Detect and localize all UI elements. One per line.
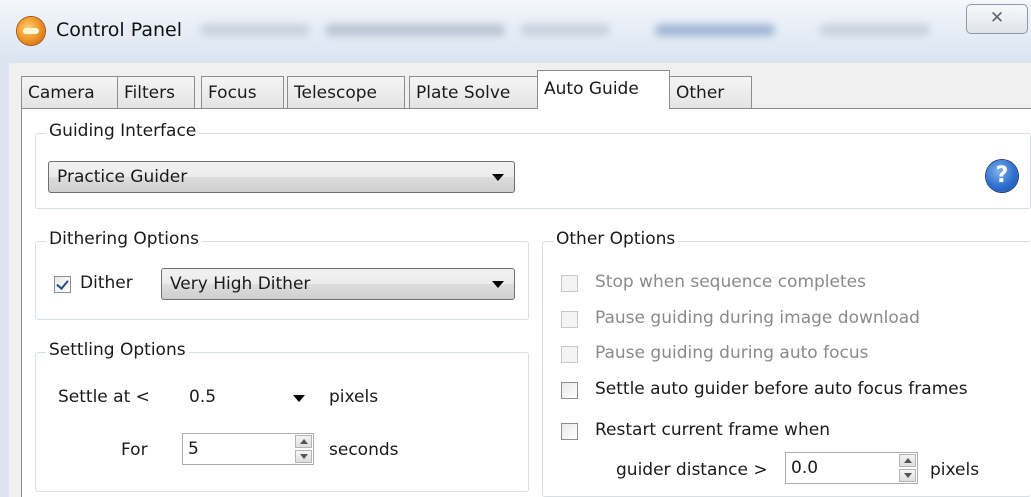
tab-camera[interactable]: Camera xyxy=(21,76,118,108)
guider-select[interactable]: Practice Guider xyxy=(48,161,515,193)
tab-strip-border xyxy=(21,108,1031,109)
spin-down-icon[interactable] xyxy=(295,450,312,463)
pause-download-checkbox[interactable] xyxy=(561,311,578,328)
tab-filters[interactable]: Filters xyxy=(117,76,195,108)
tab-other[interactable]: Other xyxy=(669,76,752,108)
blurred-title-text xyxy=(655,24,775,36)
dither-label: Dither xyxy=(80,273,133,293)
settle-threshold-select[interactable]: 0.5 xyxy=(182,381,318,413)
window-frame xyxy=(0,63,9,497)
blurred-title-text xyxy=(200,24,310,36)
guider-distance-value: 0.0 xyxy=(791,458,819,478)
chevron-down-icon xyxy=(293,395,305,402)
restart-frame-label: Restart current frame when xyxy=(595,420,830,440)
settle-for-label: For xyxy=(121,440,148,460)
stop-sequence-label: Stop when sequence completes xyxy=(595,272,866,292)
title-bar: Control Panel ✕ xyxy=(0,0,1031,63)
help-icon[interactable]: ? xyxy=(986,160,1018,192)
chevron-down-icon xyxy=(492,281,504,288)
guider-select-value: Practice Guider xyxy=(57,167,188,187)
dither-checkbox[interactable] xyxy=(54,276,71,293)
settle-before-af-checkbox[interactable] xyxy=(561,382,578,399)
settle-duration-unit: seconds xyxy=(329,440,399,460)
blurred-title-text xyxy=(520,24,610,36)
tab-plate-solve[interactable]: Plate Solve xyxy=(409,76,538,108)
stop-sequence-checkbox[interactable] xyxy=(561,275,578,292)
restart-frame-checkbox[interactable] xyxy=(561,423,578,440)
settle-threshold-value: 0.5 xyxy=(189,387,217,407)
guider-distance-stepper[interactable]: 0.0 xyxy=(785,452,918,484)
settling-options-group xyxy=(35,352,529,492)
settling-options-legend: Settling Options xyxy=(46,340,189,360)
guider-distance-label: guider distance > xyxy=(616,460,768,480)
spin-up-icon[interactable] xyxy=(295,435,312,448)
dithering-options-legend: Dithering Options xyxy=(46,229,202,249)
blurred-title-text xyxy=(325,24,505,36)
pause-autofocus-label: Pause guiding during auto focus xyxy=(595,343,869,363)
pause-download-label: Pause guiding during image download xyxy=(595,308,920,328)
window-title: Control Panel xyxy=(56,19,182,41)
settle-duration-value: 5 xyxy=(188,439,199,459)
dither-level-value: Very High Dither xyxy=(170,274,311,294)
settle-before-af-label: Settle auto guider before auto focus fra… xyxy=(595,379,968,399)
pause-autofocus-checkbox[interactable] xyxy=(561,346,578,363)
tab-focus[interactable]: Focus xyxy=(201,76,284,108)
tab-auto-guide[interactable]: Auto Guide xyxy=(537,70,670,109)
guiding-interface-legend: Guiding Interface xyxy=(46,121,200,141)
guider-distance-unit: pixels xyxy=(930,460,980,480)
settle-unit-label: pixels xyxy=(329,387,379,407)
settle-at-label: Settle at < xyxy=(58,387,150,407)
close-icon: ✕ xyxy=(989,8,1005,28)
settle-duration-stepper[interactable]: 5 xyxy=(182,433,314,465)
close-button[interactable]: ✕ xyxy=(966,4,1028,34)
chevron-down-icon xyxy=(492,174,504,181)
dither-level-select[interactable]: Very High Dither xyxy=(161,268,515,300)
other-options-legend: Other Options xyxy=(553,229,679,249)
spin-up-icon[interactable] xyxy=(899,454,916,467)
blurred-title-text xyxy=(820,24,930,36)
app-logo-icon xyxy=(17,17,45,45)
spin-down-icon[interactable] xyxy=(899,469,916,482)
tab-telescope[interactable]: Telescope xyxy=(287,76,405,108)
